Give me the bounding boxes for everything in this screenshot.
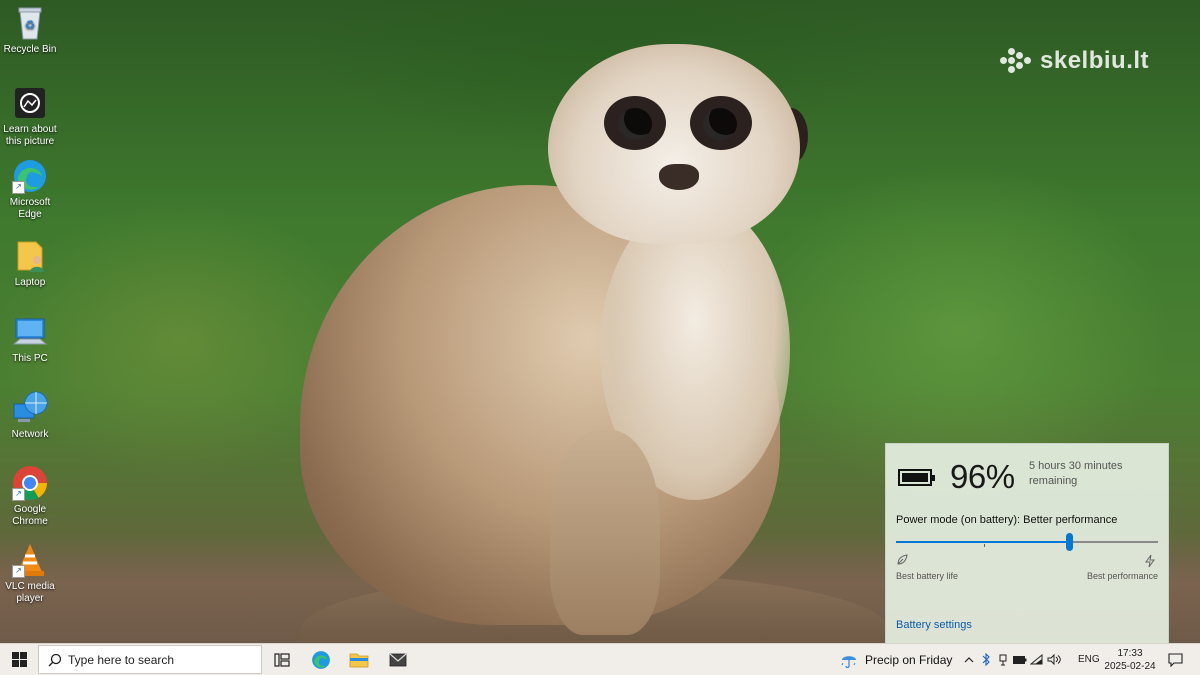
desktop-icon-label: This PC	[12, 353, 48, 364]
svg-text:♻: ♻	[25, 18, 36, 32]
battery-remaining: 5 hours 30 minutes remaining	[1029, 460, 1123, 487]
taskbar-file-explorer-button[interactable]	[341, 644, 377, 675]
weather-widget[interactable]: Precip on Friday	[840, 644, 952, 675]
desktop-icon-learn-picture[interactable]: Learn about this picture	[2, 85, 58, 148]
edge-icon: ↗	[12, 158, 48, 194]
clock[interactable]: 17:33 2025-02-24	[1100, 647, 1160, 673]
speaker-icon[interactable]	[1045, 644, 1062, 675]
desktop-icon-label: Recycle Bin	[3, 44, 57, 55]
slider-tick	[984, 544, 985, 547]
mail-icon	[389, 653, 407, 666]
best-performance-label: Best performance	[1086, 571, 1158, 581]
battery-percent: 96%	[950, 458, 1015, 495]
search-placeholder: Type here to search	[68, 652, 175, 667]
vlc-icon: ↗	[12, 542, 48, 578]
umbrella-rain-icon	[841, 655, 856, 668]
notification-center-button[interactable]	[1163, 644, 1187, 675]
start-button[interactable]	[0, 644, 38, 675]
desktop-icon-label: Network	[11, 429, 49, 440]
desktop-icon-label: Google Chrome	[12, 504, 48, 527]
task-view-button[interactable]	[264, 644, 300, 675]
slider-fill	[896, 541, 1069, 543]
recycle-bin-icon: ♻	[12, 5, 48, 41]
battery-settings-link[interactable]: Battery settings	[896, 619, 972, 631]
battery-flyout: 96% 5 hours 30 minutes remaining Power m…	[885, 443, 1169, 645]
folder-user-icon	[12, 238, 48, 274]
notification-icon	[1167, 652, 1183, 667]
chevron-up-icon[interactable]	[960, 644, 977, 675]
best-battery-life-label: Best battery life	[896, 571, 959, 581]
desktop-icon-label: Learn about this picture	[3, 124, 57, 147]
battery-icon	[898, 468, 935, 486]
power-mode-slider[interactable]	[896, 533, 1158, 551]
camera-icon	[12, 85, 48, 121]
system-tray	[960, 644, 1062, 675]
search-box[interactable]: Type here to search	[38, 645, 262, 674]
watermark: skelbiu.lt	[1000, 46, 1149, 76]
file-explorer-icon	[349, 653, 369, 667]
chrome-icon: ↗	[12, 465, 48, 501]
language-indicator[interactable]: ENG	[1078, 644, 1100, 675]
windows-logo-icon	[11, 652, 27, 667]
desktop-icon-label: Microsoft Edge	[9, 197, 51, 220]
desktop-icon-chrome[interactable]: ↗ Google Chrome	[2, 465, 58, 528]
desktop-icon-label: Laptop	[14, 277, 46, 288]
lightning-icon	[1144, 554, 1158, 568]
wifi-icon[interactable]	[1028, 644, 1045, 675]
battery-tray-icon[interactable]	[1011, 644, 1028, 675]
desktop-icon-laptop[interactable]: Laptop	[2, 238, 58, 289]
weather-text: Precip on Friday	[865, 652, 953, 667]
search-icon	[48, 653, 62, 666]
taskbar-edge-button[interactable]	[303, 644, 339, 675]
desktop-icon-vlc[interactable]: ↗ VLC media player	[2, 542, 58, 605]
meerkat-leg	[550, 430, 660, 635]
desktop-icon-label: VLC media player	[5, 581, 55, 604]
desktop-icon-recycle-bin[interactable]: ♻ Recycle Bin	[2, 5, 58, 56]
watermark-text: skelbiu.lt	[1040, 47, 1150, 74]
slider-thumb[interactable]	[1065, 533, 1073, 551]
network-icon	[12, 390, 48, 426]
bluetooth-icon[interactable]	[977, 644, 994, 675]
desktop-icon-this-pc[interactable]: This PC	[2, 314, 58, 365]
shortcut-arrow-icon: ↗	[12, 181, 25, 194]
shortcut-arrow-icon: ↗	[12, 488, 25, 501]
meerkat-nose	[659, 164, 699, 190]
meerkat-eye	[618, 108, 652, 140]
taskbar-mail-button[interactable]	[380, 644, 416, 675]
clock-time: 17:33	[1117, 648, 1143, 659]
edge-icon	[312, 650, 330, 669]
power-mode-label: Power mode (on battery): Better performa…	[896, 514, 1118, 526]
shortcut-arrow-icon: ↗	[12, 565, 25, 578]
computer-icon	[12, 314, 48, 350]
meerkat-eye	[703, 108, 737, 140]
clock-date: 2025-02-24	[1104, 661, 1156, 672]
leaf-icon	[896, 554, 910, 568]
task-view-icon	[274, 652, 290, 667]
meerkat-head	[548, 44, 800, 244]
watermark-logo-icon	[1000, 48, 1032, 74]
desktop-icon-network[interactable]: Network	[2, 390, 58, 441]
desktop-icon-edge[interactable]: ↗ Microsoft Edge	[2, 158, 58, 221]
usb-device-icon[interactable]	[994, 644, 1011, 675]
taskbar: Type here to search Precip on Friday ENG…	[0, 643, 1200, 675]
